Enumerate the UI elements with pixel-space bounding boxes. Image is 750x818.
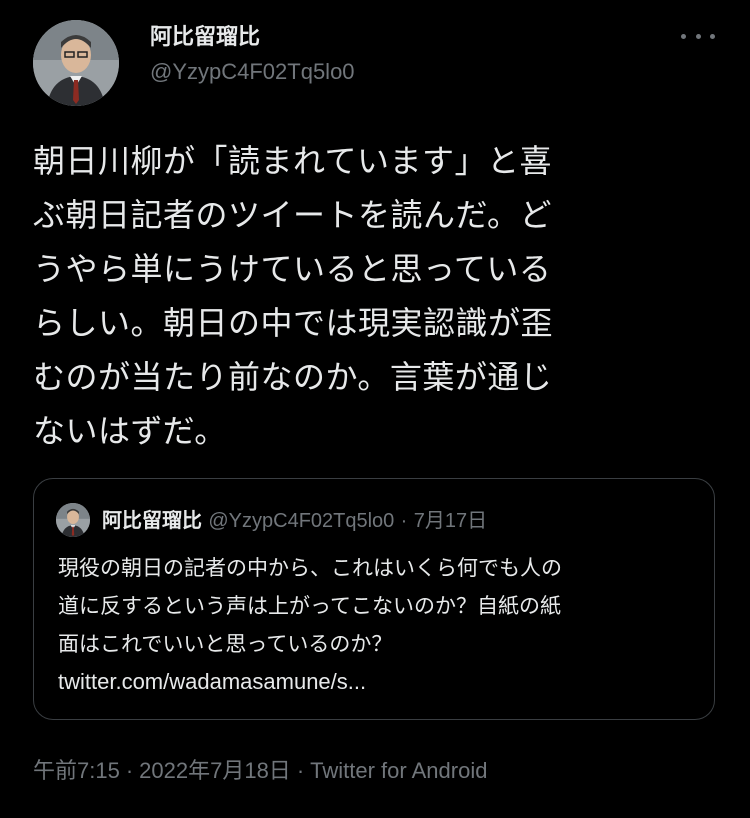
- author-display-name[interactable]: 阿比留瑠比: [150, 24, 355, 52]
- quoted-tweet-body: 現役の朝日の記者の中から、これはいくら何でも人の 道に反するという声は上がってこ…: [58, 549, 698, 701]
- author-info: 阿比留瑠比 @YzypC4F02Tq5lo0: [150, 24, 355, 87]
- tweet-source[interactable]: Twitter for Android: [310, 758, 487, 783]
- meta-separator: ·: [125, 758, 134, 783]
- tweet-text-line: むのが当たり前なのか。言葉が通じ: [33, 358, 553, 396]
- quoted-tweet-card[interactable]: 阿比留瑠比 @YzypC4F02Tq5lo0 · 7月17日 現役の朝日の記者の…: [33, 478, 715, 720]
- tweet-date[interactable]: 2022年7月18日: [139, 758, 291, 783]
- quoted-text-line: 面はこれでいいと思っているのか？: [58, 632, 393, 656]
- more-dot: [710, 33, 715, 39]
- meta-separator: ·: [296, 758, 305, 783]
- tweet-body: 朝日川柳が「読まれています」と喜 ぶ朝日記者のツイートを読んだ。ど うやら単にう…: [33, 134, 693, 458]
- quoted-separator: ·: [400, 510, 408, 532]
- tweet-text-line: 朝日川柳が「読まれています」と喜: [33, 142, 553, 180]
- author-avatar[interactable]: [33, 20, 119, 106]
- tweet-text-line: うやら単にうけていると思っている: [33, 250, 552, 288]
- quoted-tweet-header: 阿比留瑠比 @YzypC4F02Tq5lo0 · 7月17日: [102, 506, 487, 535]
- quoted-date: 7月17日: [413, 510, 488, 532]
- tweet-header: 阿比留瑠比 @YzypC4F02Tq5lo0: [33, 16, 723, 106]
- more-dot: [695, 33, 701, 39]
- quoted-link[interactable]: twitter.com/wadamasamune/s...: [58, 663, 698, 701]
- author-handle[interactable]: @YzypC4F02Tq5lo0: [150, 57, 355, 87]
- tweet-text-line: ぶ朝日記者のツイートを読んだ。ど: [33, 196, 553, 234]
- quoted-author-name: 阿比留瑠比: [102, 508, 202, 532]
- tweet-text-line: らしい。朝日の中では現実認識が歪: [33, 304, 554, 342]
- quoted-text-line: 現役の朝日の記者の中から、これはいくら何でも人の: [58, 556, 562, 580]
- tweet-meta: 午前7:15 · 2022年7月18日 · Twitter for Android: [33, 756, 487, 786]
- quoted-author-avatar: [56, 503, 90, 537]
- tweet-time[interactable]: 午前7:15: [33, 758, 120, 783]
- quoted-text-line: 道に反するという声は上がってこないのか？自紙の紙: [58, 594, 561, 618]
- more-horizontal-icon[interactable]: [681, 26, 715, 46]
- tweet-text-line: ないはずだ。: [33, 412, 227, 450]
- quoted-author-handle: @YzypC4F02Tq5lo0: [208, 510, 395, 532]
- more-dot: [681, 33, 686, 39]
